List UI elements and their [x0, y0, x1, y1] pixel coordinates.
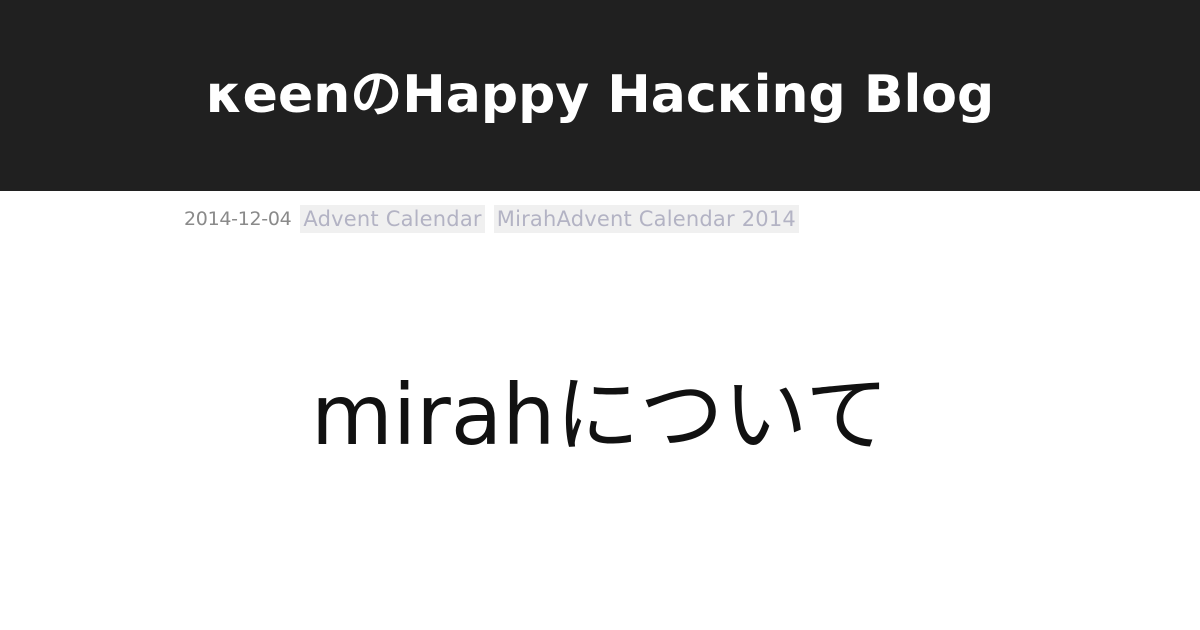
tag-mirah-advent-calendar-2014[interactable]: MirahAdvent Calendar 2014	[493, 205, 799, 233]
post-date: 2014-12-04	[184, 208, 292, 230]
site-title[interactable]: κeenのHappy Hacκing Blog	[0, 0, 1200, 191]
post-title: mirahについて	[311, 366, 889, 464]
site-header: κeenのHappy Hacκing Blog	[0, 0, 1200, 191]
tag-advent-calendar[interactable]: Advent Calendar	[300, 205, 485, 233]
post-meta: 2014-12-04 Advent Calendar MirahAdvent C…	[184, 205, 799, 233]
